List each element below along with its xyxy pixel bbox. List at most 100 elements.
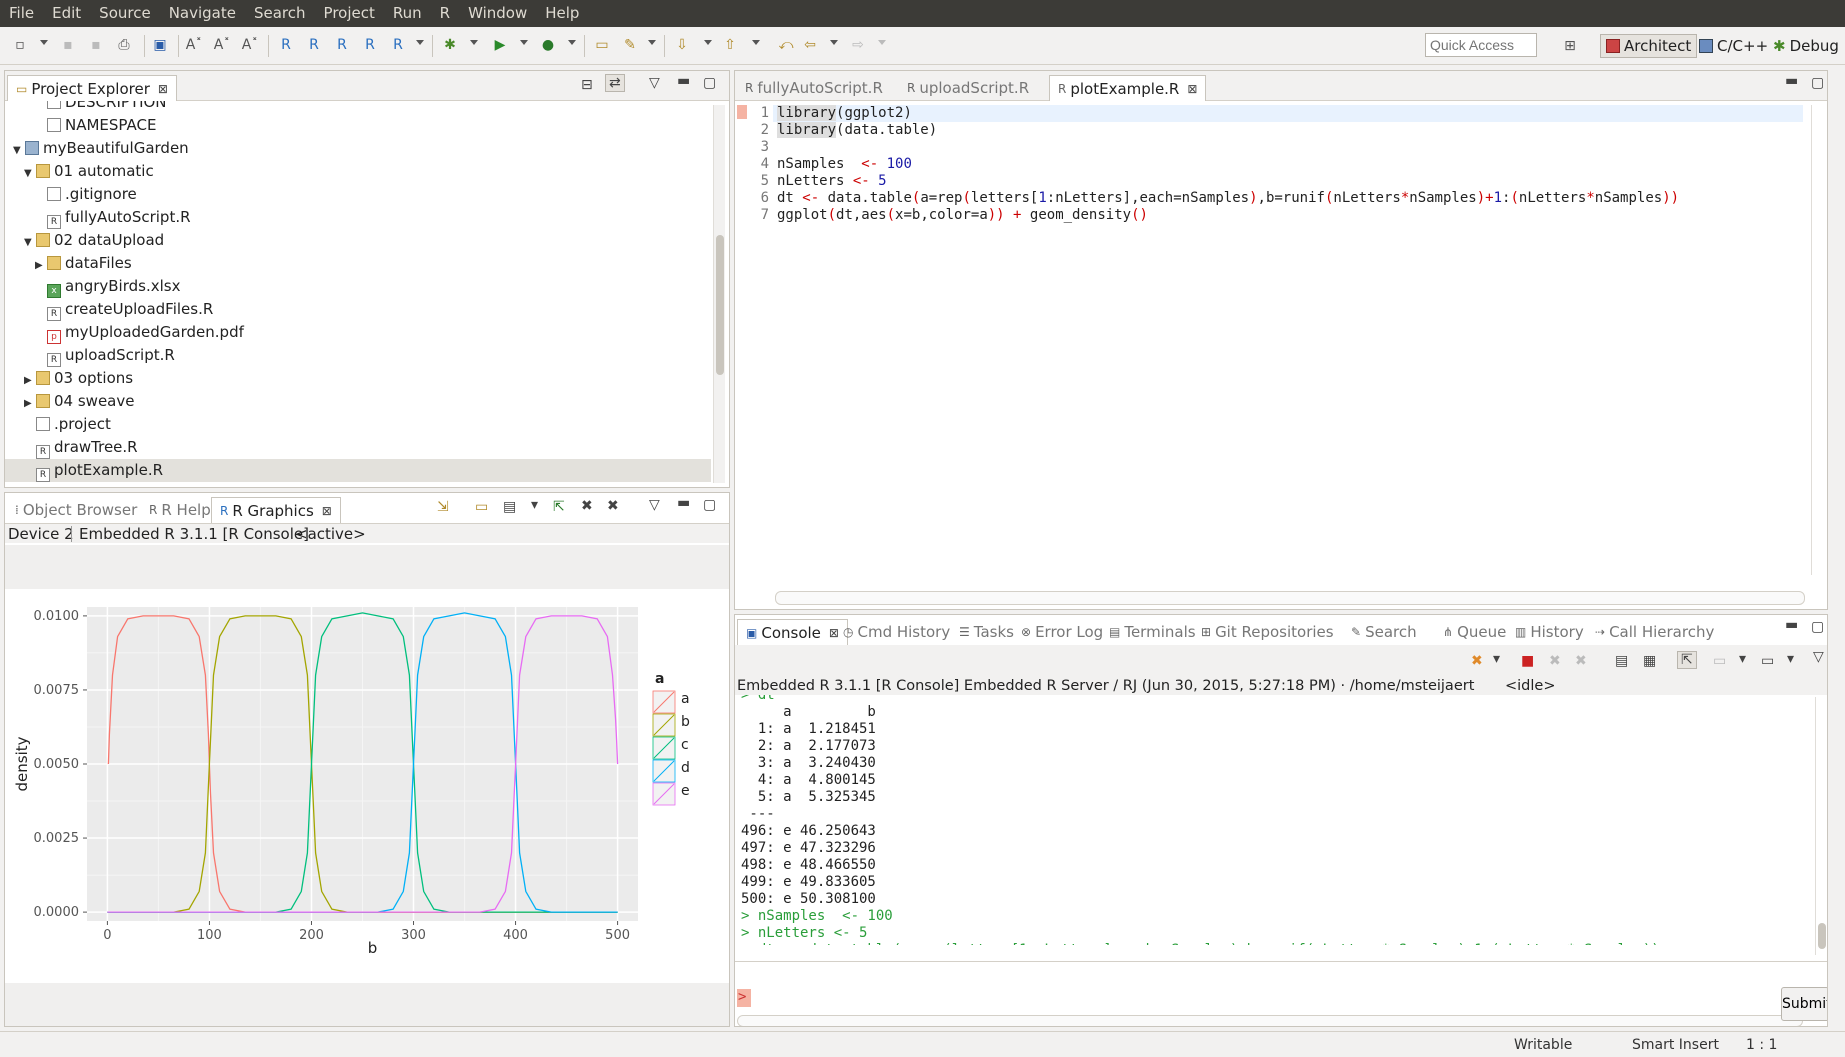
code-text[interactable]: library(ggplot2) library(data.table) nSa… [777,105,1787,225]
run-dropdown-icon[interactable] [416,40,424,45]
stop-icon[interactable]: ■ [1521,653,1534,669]
font-decrease-icon[interactable]: A˟ [212,35,232,55]
expand-arrow-icon[interactable]: ▼ [24,231,36,254]
new-device-icon[interactable]: ▭ [475,499,488,515]
tree-item[interactable]: RfullyAutoScript.R [5,206,711,229]
remove-launch-icon[interactable]: ✖ [1549,653,1561,669]
menu-item-edit[interactable]: Edit [43,0,90,27]
run-function-icon[interactable]: R [332,35,352,55]
maximize-icon[interactable]: ▢ [1811,619,1824,635]
console-icon[interactable]: ▣ [150,35,170,55]
link-editor-icon[interactable]: ⇄ [605,74,625,92]
tab-tasks[interactable]: ☰ Tasks [951,619,1022,645]
close-icon[interactable]: ⊠ [1187,82,1197,96]
menu-item-search[interactable]: Search [245,0,315,27]
tab-history[interactable]: ▥ History [1507,619,1592,645]
font-increase-icon[interactable]: A˟ [184,35,204,55]
close-all-devices-icon[interactable]: ✖ [607,498,619,514]
editor-scrollbar[interactable] [1811,105,1823,575]
perspective-cpp[interactable]: C/C++ [1694,34,1773,58]
save-all-icon[interactable]: ▪ [86,35,106,55]
pen-icon[interactable]: ✎ [620,35,640,55]
menu-item-project[interactable]: Project [315,0,384,27]
menu-item-source[interactable]: Source [90,0,160,27]
editor-hscrollbar[interactable] [775,591,1805,605]
tree-item[interactable]: ▼ 02 dataUpload [5,229,711,252]
expand-arrow-icon[interactable]: ▶ [35,254,47,277]
run-selection-icon[interactable]: R [276,35,296,55]
run-icon[interactable]: ▶ [490,35,510,55]
prev-annotation-icon[interactable]: ⇧ [720,35,740,55]
tree-item[interactable]: .gitignore [5,183,711,206]
new-icon[interactable]: ▫ [10,35,30,55]
minimize-icon[interactable]: ▬ [677,495,690,511]
expand-arrow-icon[interactable]: ▶ [24,392,36,415]
tab-search[interactable]: ✎ Search [1343,619,1425,645]
back-dropdown-icon[interactable] [830,40,838,45]
next-annotation-dropdown-icon[interactable] [704,40,712,45]
tab-fullyautoscript[interactable]: R fullyAutoScript.R [737,75,891,101]
submit-button[interactable]: Submit [1781,987,1827,1021]
expand-arrow-icon[interactable]: ▼ [24,162,36,185]
tree-item[interactable]: ▼ 01 automatic [5,160,711,183]
copy-graphic-icon[interactable]: ▤ [503,499,516,515]
tab-r-graphics[interactable]: R R Graphics ⊠ [211,497,341,523]
console-command-input[interactable] [755,987,1785,1009]
tree-item[interactable]: p myUploadedGarden.pdf [5,321,711,344]
maximize-icon[interactable]: ▢ [1811,75,1824,91]
open-folder-icon[interactable]: ▭ [592,35,612,55]
save-icon[interactable]: ▪ [58,35,78,55]
minimize-icon[interactable]: ▬ [1785,617,1798,633]
menu-item-file[interactable]: File [0,0,43,27]
resize-graphic-icon[interactable]: ⇲ [437,499,449,515]
tab-queue[interactable]: ⋔ Queue [1435,619,1514,645]
maximize-icon[interactable]: ▢ [703,75,716,91]
prev-annotation-dropdown-icon[interactable] [752,40,760,45]
forward-dropdown-icon[interactable] [878,40,886,45]
display-dropdown-icon[interactable]: ▾ [1739,651,1746,667]
tab-git-repositories[interactable]: ⊞ Git Repositories [1193,619,1342,645]
expand-arrow-icon[interactable]: ▶ [24,369,36,392]
tab-uploadscript[interactable]: R uploadScript.R [899,75,1037,101]
copy-dropdown-icon[interactable]: ▾ [531,497,538,513]
new-dropdown-icon[interactable] [40,40,48,45]
console-hscrollbar[interactable] [737,1015,1803,1026]
run-menu-dropdown-icon[interactable] [520,40,528,45]
expand-arrow-icon[interactable]: ▼ [13,139,25,162]
minimize-icon[interactable]: ▬ [677,73,690,89]
tab-object-browser[interactable]: ⁞ Object Browser [7,497,145,523]
external-tools-icon[interactable]: ● [538,35,558,55]
remove-all-icon[interactable]: ✖ [1575,653,1587,669]
tab-plotexample[interactable]: R plotExample.R ⊠ [1049,75,1207,101]
display-console-icon[interactable]: ▭ [1713,653,1726,669]
tab-r-help[interactable]: R R Help [141,497,219,523]
menu-item-navigate[interactable]: Navigate [160,0,245,27]
tree-item[interactable]: .project [5,413,711,436]
tree-item[interactable]: x angryBirds.xlsx [5,275,711,298]
tab-console[interactable]: ▣ Console ⊠ [737,619,848,645]
terminate-icon[interactable]: ✖ [1471,653,1483,669]
tab-cmd-history[interactable]: ◷ Cmd History [835,619,958,645]
minimize-icon[interactable]: ▬ [1785,73,1798,89]
tree-item[interactable]: RcreateUploadFiles.R [5,298,711,321]
view-menu-icon[interactable]: ▽ [1813,649,1824,665]
back-icon[interactable]: ⇦ [800,35,820,55]
tree-item[interactable]: ▼ myBeautifulGarden [5,137,711,160]
tree-item[interactable]: NAMESPACE [5,114,711,137]
run-file-icon[interactable]: R [388,35,408,55]
menu-item-run[interactable]: Run [384,0,431,27]
scroll-lock-icon[interactable]: ▦ [1643,653,1656,669]
view-menu-icon[interactable]: ▽ [649,497,660,513]
tab-error-log[interactable]: ⊗ Error Log [1013,619,1111,645]
terminate-dropdown-icon[interactable]: ▾ [1493,651,1500,667]
next-annotation-icon[interactable]: ⇩ [672,35,692,55]
menu-item-r[interactable]: R [431,0,459,27]
close-icon[interactable]: ⊠ [322,504,332,518]
tab-terminals[interactable]: ▤ Terminals [1101,619,1204,645]
print-icon[interactable]: ⎙ [114,35,134,55]
external-dropdown-icon[interactable] [568,40,576,45]
tree-item[interactable]: RuploadScript.R [5,344,711,367]
pin-console-icon[interactable]: ⇱ [1677,651,1697,669]
debug-dropdown-icon[interactable] [470,40,478,45]
tree-item[interactable]: DESCRIPTION [5,101,711,114]
